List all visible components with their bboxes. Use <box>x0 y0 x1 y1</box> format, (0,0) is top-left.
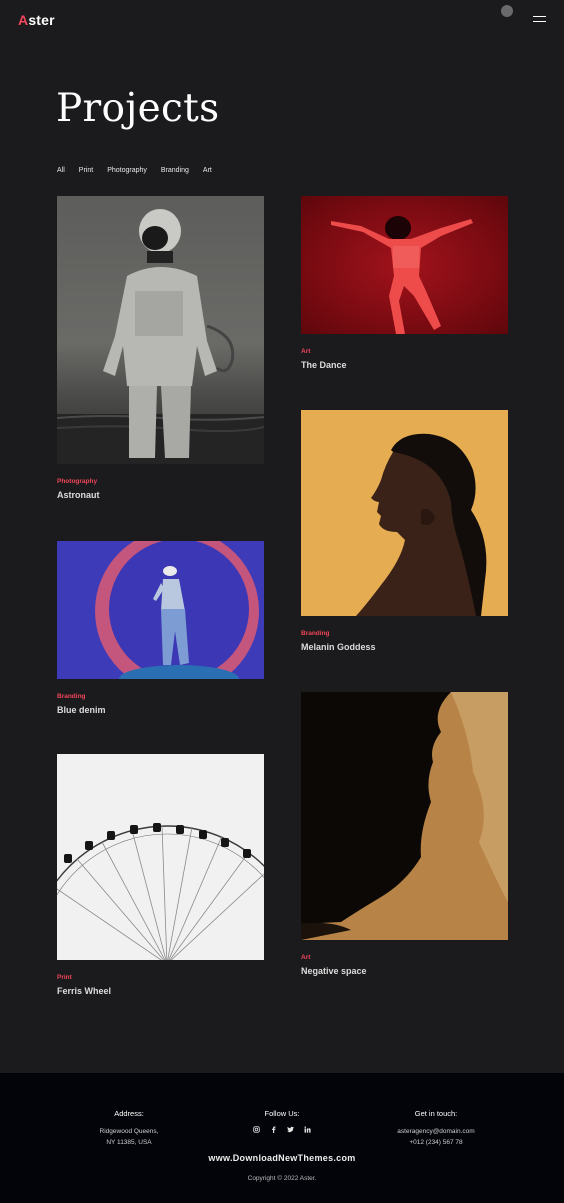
project-title[interactable]: Astronaut <box>57 490 264 500</box>
project-title[interactable]: Ferris Wheel <box>57 986 264 996</box>
logo-text: ster <box>28 12 55 28</box>
astronaut-image[interactable] <box>57 196 264 464</box>
project-category: Art <box>301 348 311 355</box>
project-category: Branding <box>57 693 86 700</box>
facebook-icon[interactable] <box>270 1126 278 1135</box>
project-card-ferris-wheel[interactable]: Print Ferris Wheel <box>57 754 264 996</box>
project-card-melanin-goddess[interactable]: Branding Melanin Goddess <box>301 410 508 652</box>
filter-branding[interactable]: Branding <box>161 167 189 174</box>
footer-address: Address: Ridgewood Queens, NY 11385, USA <box>54 1109 204 1148</box>
contact-phone[interactable]: +012 (234) 567 78 <box>361 1137 511 1148</box>
dance-image[interactable] <box>301 196 508 334</box>
project-card-negative-space[interactable]: Art Negative space <box>301 692 508 976</box>
project-category: Branding <box>301 630 330 637</box>
twitter-icon[interactable] <box>287 1126 295 1135</box>
address-line: Ridgewood Queens, <box>99 1128 159 1135</box>
filter-print[interactable]: Print <box>79 167 93 174</box>
instagram-icon[interactable] <box>253 1126 261 1135</box>
project-card-blue-denim[interactable]: Branding Blue denim <box>57 541 264 715</box>
footer-heading: Address: <box>114 1109 144 1118</box>
site-header: Aster <box>0 0 564 44</box>
project-title[interactable]: Blue denim <box>57 705 264 715</box>
social-links <box>207 1126 357 1135</box>
project-category: Print <box>57 974 72 981</box>
ferris-wheel-image[interactable] <box>57 754 264 960</box>
filter-photography[interactable]: Photography <box>107 167 147 174</box>
footer-heading: Get in touch: <box>414 1109 458 1118</box>
project-card-the-dance[interactable]: Art The Dance <box>301 196 508 370</box>
project-category: Art <box>301 954 311 961</box>
project-title[interactable]: The Dance <box>301 360 508 370</box>
filter-art[interactable]: Art <box>203 167 212 174</box>
negative-space-image[interactable] <box>301 692 508 940</box>
project-filters: All Print Photography Branding Art <box>57 167 212 174</box>
logo-initial: A <box>18 12 29 28</box>
project-category: Photography <box>57 478 98 485</box>
contact-email[interactable]: asteragency@domain.com <box>361 1126 511 1137</box>
site-footer: Address: Ridgewood Queens, NY 11385, USA… <box>0 1073 564 1203</box>
logo[interactable]: Aster <box>18 12 55 28</box>
copyright: Copyright © 2022 Aster. <box>247 1175 317 1182</box>
melanin-goddess-image[interactable] <box>301 410 508 616</box>
footer-follow: Follow Us: <box>207 1109 357 1135</box>
theme-toggle[interactable] <box>501 5 513 17</box>
page-title: Projects <box>56 86 220 131</box>
menu-icon[interactable] <box>533 15 546 24</box>
linkedin-icon[interactable] <box>304 1126 312 1135</box>
address-line: NY 11385, USA <box>106 1139 152 1146</box>
project-card-astronaut[interactable]: Photography Astronaut <box>57 196 264 500</box>
project-title[interactable]: Melanin Goddess <box>301 642 508 652</box>
project-title[interactable]: Negative space <box>301 966 508 976</box>
filter-all[interactable]: All <box>57 167 65 174</box>
watermark: www.DownloadNewThemes.com <box>208 1153 356 1163</box>
footer-contact: Get in touch: asteragency@domain.com +01… <box>361 1109 511 1148</box>
footer-heading: Follow Us: <box>264 1109 300 1118</box>
blue-denim-image[interactable] <box>57 541 264 679</box>
